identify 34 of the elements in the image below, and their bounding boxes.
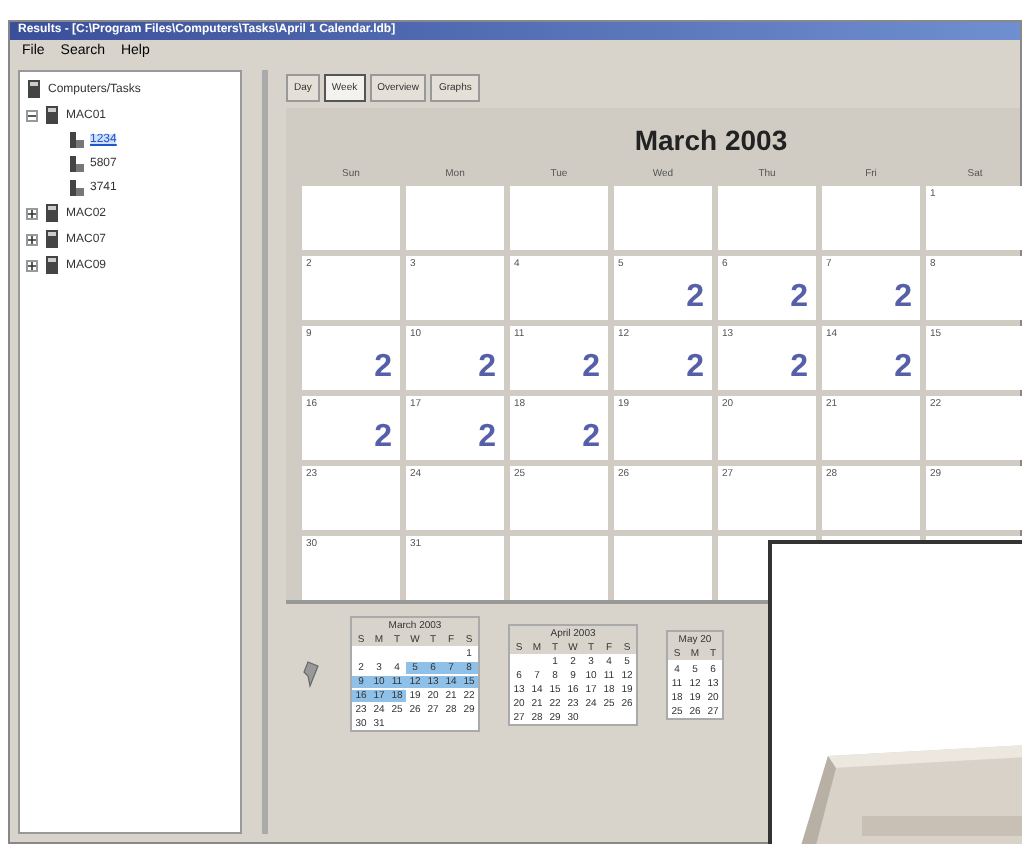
day-cell[interactable] xyxy=(614,536,712,600)
task-count: 2 xyxy=(478,420,496,456)
expander-icon[interactable] xyxy=(26,207,38,219)
day-cell[interactable] xyxy=(614,186,712,250)
task-count: 2 xyxy=(686,350,704,386)
task-count: 2 xyxy=(790,280,808,316)
day-cell[interactable] xyxy=(718,186,816,250)
day-cell[interactable] xyxy=(510,186,608,250)
computer-icon xyxy=(44,256,60,274)
computer-icon xyxy=(44,204,60,222)
expander-icon[interactable] xyxy=(26,259,38,271)
task-count: 2 xyxy=(790,350,808,386)
task-count: 2 xyxy=(374,350,392,386)
day-cell[interactable] xyxy=(822,186,920,250)
task-count: 2 xyxy=(478,350,496,386)
pin-icon[interactable] xyxy=(302,660,322,688)
computer-icon xyxy=(44,230,60,248)
day-cell[interactable] xyxy=(406,186,504,250)
task-count: 2 xyxy=(374,420,392,456)
task-count: 2 xyxy=(582,420,600,456)
task-icon xyxy=(70,180,84,196)
task-count: 2 xyxy=(686,280,704,316)
day-cell[interactable] xyxy=(510,536,608,600)
task-count: 2 xyxy=(894,280,912,316)
task-count: 2 xyxy=(582,350,600,386)
expander-icon[interactable] xyxy=(26,233,38,245)
task-icon xyxy=(70,156,84,172)
task-count: 2 xyxy=(894,350,912,386)
calendar-title: March 2003 xyxy=(632,122,790,160)
day-cell[interactable] xyxy=(302,186,400,250)
task-icon xyxy=(70,132,84,148)
computer-icon xyxy=(44,106,60,124)
expander-icon[interactable] xyxy=(26,109,38,121)
computer-icon xyxy=(26,80,42,98)
